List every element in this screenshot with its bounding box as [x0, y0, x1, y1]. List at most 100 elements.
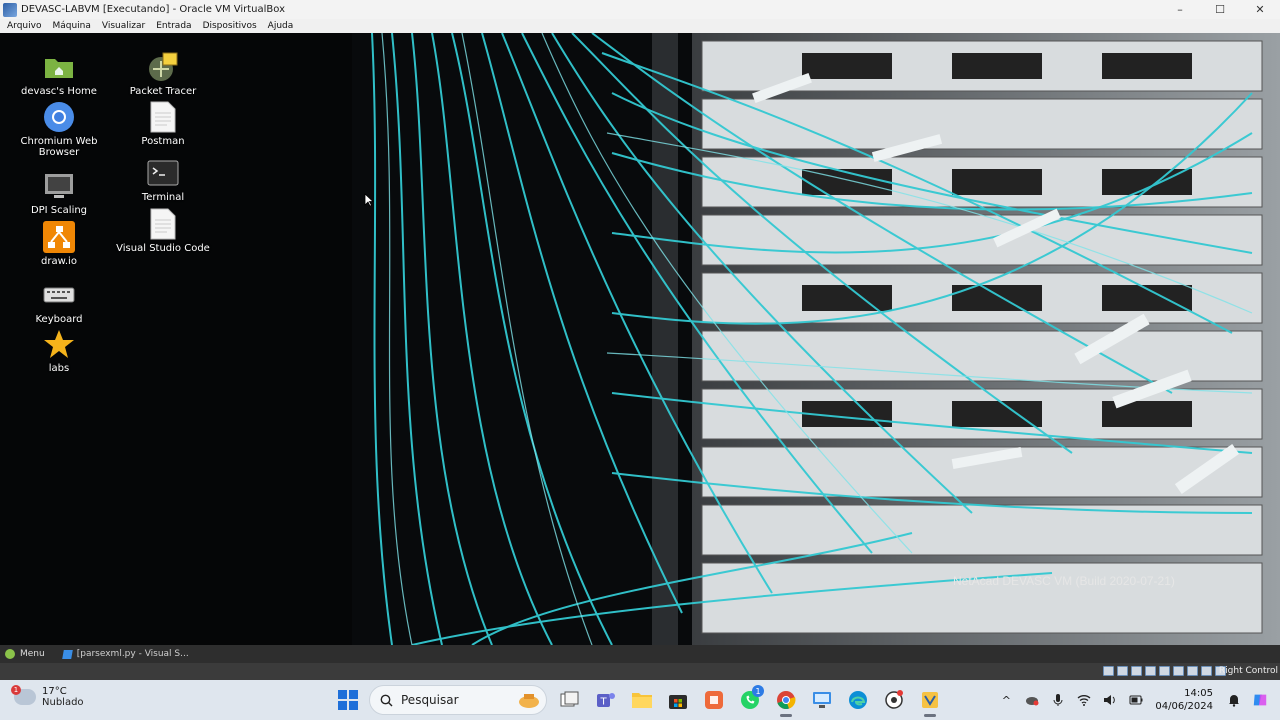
speaker-icon[interactable] — [1102, 692, 1118, 708]
optical-drive-icon[interactable] — [1117, 666, 1128, 676]
search-icon — [380, 694, 393, 706]
taskbar-search[interactable]: Pesquisar — [369, 685, 547, 715]
desktop-icon-terminal[interactable]: Terminal — [113, 157, 213, 203]
task-view-button[interactable] — [555, 685, 585, 715]
menu-dispositivos[interactable]: Dispositivos — [203, 21, 257, 31]
audio-icon[interactable] — [1131, 666, 1142, 676]
teams-button[interactable]: T — [591, 685, 621, 715]
window-title: DEVASC-LABVM [Executando] - Oracle VM Vi… — [21, 4, 286, 15]
virtualbox-icon — [3, 2, 17, 17]
terminal-icon — [147, 157, 179, 189]
edge-icon — [849, 691, 867, 709]
desktop-icon-label: Postman — [141, 136, 185, 147]
desktop-icon-packet-tracer[interactable]: Packet Tracer — [113, 51, 213, 97]
desktop-icon-label: Keyboard — [35, 314, 83, 325]
weather-temperature: 17°C — [42, 686, 67, 697]
vbox-device-icons — [1100, 666, 1226, 676]
guest-menu-button[interactable]: Menu — [5, 649, 45, 659]
battery-icon[interactable] — [1128, 692, 1144, 708]
recorder-icon — [885, 690, 903, 709]
cloud-icon: 1 — [11, 685, 36, 705]
desktop-icon-label: devasc's Home — [21, 86, 97, 97]
harddisk-icon[interactable] — [1103, 666, 1114, 676]
whatsapp-badge: 1 — [752, 685, 764, 697]
desktop-icon-keyboard[interactable]: Keyboard — [9, 279, 109, 325]
desktop-icon-label: Terminal — [141, 192, 185, 203]
desktop-icon-dpi-scaling[interactable]: DPI Scaling — [9, 170, 109, 216]
weather-widget[interactable]: 1 17°C Nublado — [11, 685, 84, 708]
document-icon — [147, 208, 179, 240]
chromium-icon — [43, 101, 75, 133]
desktop-icon-postman[interactable]: Postman — [113, 101, 213, 147]
search-highlight-icon — [519, 694, 539, 708]
store-button[interactable] — [663, 685, 693, 715]
guest-panel: Menu [parsexml.py - Visual S... — [0, 645, 1280, 663]
remote-app-button[interactable] — [807, 685, 837, 715]
drawio-icon — [43, 221, 75, 253]
packet-tracer-icon — [147, 51, 179, 83]
guest-task-label: [parsexml.py - Visual S... — [76, 649, 189, 659]
mint-menu-icon — [5, 649, 15, 659]
whatsapp-button[interactable]: 1 — [735, 685, 765, 715]
guest-task-vscode[interactable]: [parsexml.py - Visual S... — [59, 646, 193, 662]
wallpaper-image — [352, 33, 1280, 645]
active-indicator — [780, 714, 792, 717]
vbox-statusbar: Right Control — [0, 663, 1280, 680]
chrome-button[interactable] — [771, 685, 801, 717]
minimize-button[interactable]: – — [1160, 0, 1200, 19]
taskbar-apps: Pesquisar T 1 — [333, 685, 951, 717]
clock-time: 14:05 — [1184, 688, 1213, 699]
desktop-icon-labs[interactable]: labs — [9, 328, 109, 374]
menu-arquivo[interactable]: Arquivo — [7, 21, 41, 31]
taskbar-clock[interactable]: 14:05 04/06/2024 — [1155, 687, 1213, 713]
clock-date: 04/06/2024 — [1155, 701, 1213, 712]
vm-build-caption: NetAcad DEVASC VM (Build 2020-07-21) — [953, 574, 1175, 588]
desktop-icon-chromium[interactable]: Chromium Web Browser — [9, 101, 109, 158]
usb-icon[interactable] — [1159, 666, 1170, 676]
window-controls: – ☐ ✕ — [1160, 0, 1280, 19]
windows-taskbar: 1 17°C Nublado Pesquisar T 1 ^ 14:05 04/… — [0, 680, 1280, 720]
recording-icon[interactable] — [1201, 666, 1212, 676]
vbox-titlebar: DEVASC-LABVM [Executando] - Oracle VM Vi… — [0, 0, 1280, 19]
monitor-app-icon — [813, 692, 831, 708]
maximize-button[interactable]: ☐ — [1200, 0, 1240, 19]
office-app-icon — [705, 691, 723, 709]
display-icon[interactable] — [1187, 666, 1198, 676]
copilot-icon[interactable] — [1252, 692, 1268, 708]
menu-entrada[interactable]: Entrada — [156, 21, 191, 31]
wifi-icon[interactable] — [1076, 692, 1092, 708]
start-button[interactable] — [333, 685, 363, 715]
office-app-button[interactable] — [699, 685, 729, 715]
vm-screen[interactable]: NetAcad DEVASC VM (Build 2020-07-21) dev… — [0, 33, 1280, 645]
host-key-label: Right Control — [1218, 666, 1278, 676]
notification-bell-icon[interactable] — [1226, 692, 1242, 708]
menu-maquina[interactable]: Máquina — [52, 21, 90, 31]
close-button[interactable]: ✕ — [1240, 0, 1280, 19]
show-hidden-icons-button[interactable]: ^ — [998, 692, 1014, 708]
keyboard-icon — [43, 279, 75, 311]
system-tray: ^ 14:05 04/06/2024 — [993, 680, 1280, 720]
desktop-icon-vscode[interactable]: Visual Studio Code — [113, 208, 213, 254]
shared-folder-icon[interactable] — [1173, 666, 1184, 676]
home-folder-icon — [43, 51, 75, 83]
network-icon[interactable] — [1145, 666, 1156, 676]
desktop-icon-drawio[interactable]: draw.io — [9, 221, 109, 267]
virtualbox-taskbar-button[interactable] — [915, 685, 945, 717]
virtualbox-icon — [922, 692, 938, 708]
file-explorer-button[interactable] — [627, 685, 657, 715]
teams-icon: T — [597, 693, 615, 708]
weather-badge: 1 — [11, 685, 21, 695]
desktop-icon-label: Visual Studio Code — [116, 243, 210, 254]
document-icon — [147, 101, 179, 133]
obs-button[interactable] — [879, 685, 909, 715]
edge-button[interactable] — [843, 685, 873, 715]
active-indicator — [924, 714, 936, 717]
microphone-icon[interactable] — [1050, 692, 1066, 708]
weather-description: Nublado — [42, 697, 84, 708]
vscode-icon — [61, 649, 73, 659]
svg-text:T: T — [600, 697, 608, 708]
tray-app-icon[interactable] — [1024, 692, 1040, 708]
menu-visualizar[interactable]: Visualizar — [102, 21, 145, 31]
desktop-icon-home[interactable]: devasc's Home — [9, 51, 109, 97]
menu-ajuda[interactable]: Ajuda — [268, 21, 294, 31]
